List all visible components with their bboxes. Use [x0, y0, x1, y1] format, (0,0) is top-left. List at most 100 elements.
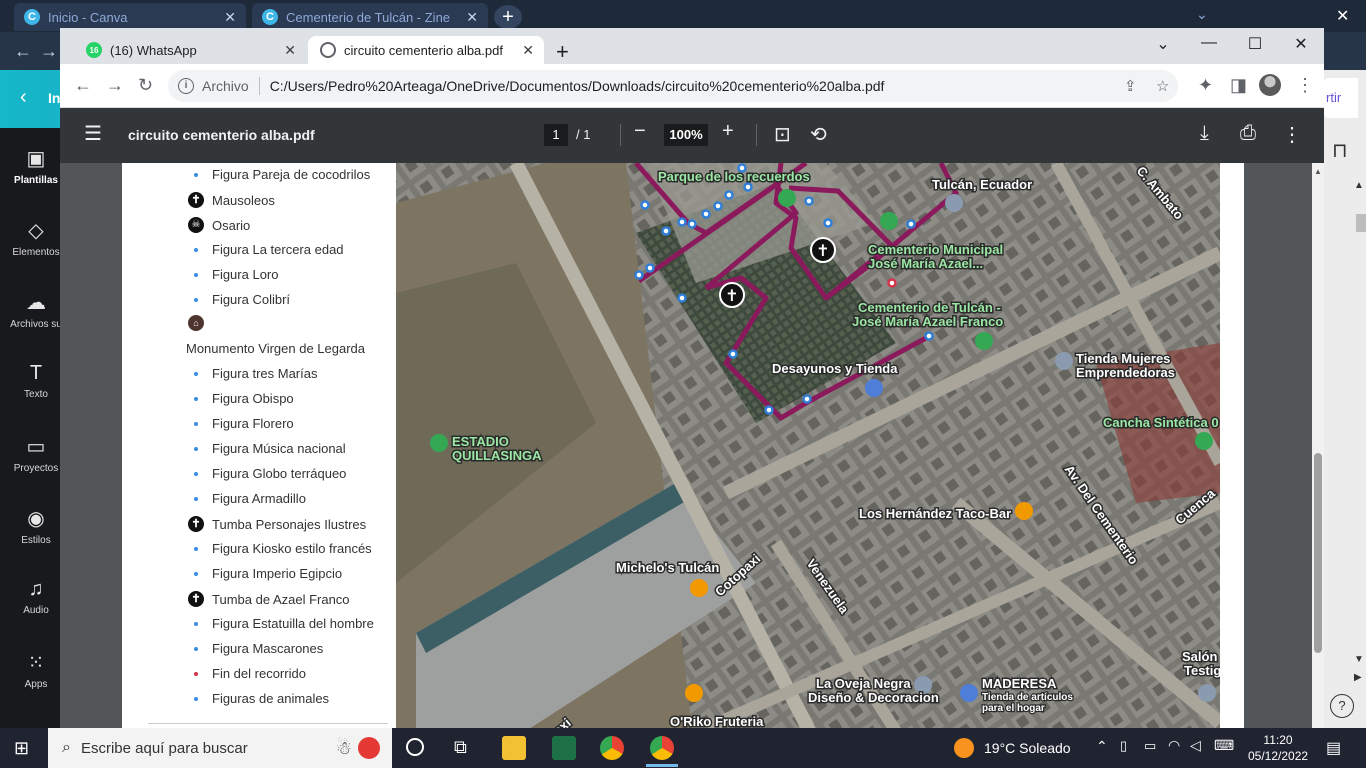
keyboard-icon[interactable]: ⌨	[1214, 737, 1234, 754]
bullet-dot-icon	[194, 696, 198, 701]
canva-right-panel: ⊓ ▲ ▼ ▶ ?	[1324, 70, 1366, 728]
volume-icon[interactable]: ◁	[1190, 737, 1201, 754]
scroll-right-icon[interactable]: ▶	[1354, 672, 1362, 683]
side-panel-icon[interactable]: ◨	[1230, 75, 1247, 96]
menu-icon[interactable]: ☰	[84, 121, 102, 146]
chevron-down-icon[interactable]: ⌄	[1140, 34, 1186, 54]
cortana-icon[interactable]	[406, 738, 424, 756]
battery-icon[interactable]: ▭	[1144, 738, 1156, 754]
back-arrow-icon[interactable]: ←	[74, 75, 92, 96]
chevron-up-icon[interactable]: ⌃	[1096, 738, 1108, 755]
canva-side-label: Texto	[24, 389, 48, 400]
close-icon[interactable]: ✕	[1336, 6, 1349, 26]
legend-label: Figura Estatuilla del hombre	[212, 616, 374, 631]
chevron-left-icon[interactable]: ‹	[20, 86, 27, 109]
canva-favicon-icon: C	[24, 9, 40, 25]
info-icon[interactable]: i	[178, 78, 194, 94]
route-stop	[634, 270, 644, 280]
chrome-icon[interactable]	[600, 736, 624, 760]
shop-pin-icon	[960, 684, 978, 702]
cross-icon: ✝	[188, 516, 204, 532]
globe-icon	[320, 42, 336, 58]
back-arrow-icon[interactable]: ←	[14, 41, 32, 62]
lock-icon[interactable]: ⊓	[1332, 138, 1348, 163]
scroll-up-icon[interactable]: ▲	[1314, 167, 1322, 176]
address-url[interactable]: C:/Users/Pedro%20Arteaga/OneDrive/Docume…	[270, 78, 885, 94]
ornament-icon	[358, 737, 380, 759]
map-label-salon-2: Testig	[1184, 663, 1220, 678]
food-pin-icon	[690, 579, 708, 597]
network-icon[interactable]: ▯	[1120, 738, 1127, 754]
fit-page-icon[interactable]: ⊡	[774, 122, 791, 147]
bullet-dot-icon	[194, 471, 198, 476]
taskbar-search[interactable]: ⌕ Escribe aquí para buscar ☃	[48, 728, 392, 768]
maximize-icon[interactable]: ☐	[1232, 34, 1278, 54]
route-stop	[661, 226, 671, 236]
new-tab-button[interactable]: +	[556, 39, 569, 65]
task-view-icon[interactable]: ⧉	[454, 737, 467, 758]
pdf-scrollbar[interactable]: ▲	[1312, 163, 1324, 728]
zoom-in-icon[interactable]: +	[722, 120, 734, 143]
minimize-icon[interactable]: —	[1186, 34, 1232, 52]
help-icon[interactable]: ?	[1330, 694, 1354, 718]
kebab-menu-icon[interactable]: ⋮	[1296, 75, 1314, 96]
legend-item: Figura Obispo	[188, 391, 294, 406]
legend-label: Figuras de animales	[212, 691, 330, 706]
page-number-input[interactable]: 1	[544, 124, 568, 146]
canva-scrollbar-thumb[interactable]	[1356, 214, 1366, 232]
zoom-input[interactable]: 100%	[664, 124, 708, 146]
share-icon[interactable]: ⇪	[1124, 77, 1137, 95]
legend-item: ✝ Tumba Personajes Ilustres	[188, 516, 366, 532]
close-icon[interactable]: ✕	[224, 9, 236, 26]
notification-icon[interactable]: ▤	[1326, 738, 1341, 758]
close-icon[interactable]: ✕	[284, 42, 296, 59]
scroll-up-icon[interactable]: ▲	[1354, 180, 1364, 191]
legend-item: ☠ Osario	[188, 217, 250, 233]
legend-label: Mausoleos	[212, 192, 275, 208]
close-icon[interactable]: ✕	[466, 9, 478, 26]
chevron-down-icon[interactable]: ⌄	[1196, 6, 1208, 23]
legend-item: ⌂	[188, 315, 212, 331]
bg-tab-canva-home[interactable]: C Inicio - Canva ✕	[14, 3, 246, 31]
poi-pin-icon	[1198, 684, 1216, 702]
close-icon[interactable]: ✕	[1278, 34, 1324, 54]
route-legend: Figura Pareja de cocodrilos ✝ Mausoleos ☠ Os…	[122, 163, 396, 728]
system-clock[interactable]: 11:20 05/12/2022	[1248, 732, 1308, 764]
excel-icon[interactable]	[552, 736, 576, 760]
download-icon[interactable]: ⤓	[1200, 122, 1209, 145]
pdf-scrollbar-thumb[interactable]	[1314, 453, 1322, 653]
map-label-oriko: O'Riko Fruteria	[670, 714, 764, 728]
file-explorer-icon[interactable]	[502, 736, 526, 760]
canva-share-button[interactable]: rtir	[1324, 78, 1358, 118]
chrome-active-icon[interactable]	[650, 736, 674, 760]
bg-tab-canva-zine[interactable]: C Cementerio de Tulcán - Zine ✕	[252, 3, 488, 31]
park-pin-icon	[778, 189, 796, 207]
scroll-down-icon[interactable]: ▼	[1354, 654, 1364, 665]
canva-back-label[interactable]: In	[48, 90, 60, 106]
windows-start-icon[interactable]: ⊞	[14, 738, 29, 759]
zoom-out-icon[interactable]: −	[634, 120, 646, 143]
weather-text[interactable]: 19°C Soleado	[984, 740, 1071, 756]
tab-pdf[interactable]: circuito cementerio alba.pdf ✕	[308, 36, 544, 64]
wifi-icon[interactable]: ◠	[1168, 737, 1180, 754]
address-bar[interactable]: i Archivo C:/Users/Pedro%20Arteaga/OneDr…	[168, 70, 1178, 102]
bullet-dot-icon	[194, 571, 198, 576]
reload-icon[interactable]: ↻	[138, 75, 153, 96]
map-label-michelos: Michelo's Tulcán	[616, 560, 719, 575]
avatar[interactable]	[1259, 74, 1281, 96]
bg-new-tab-button[interactable]: +	[494, 5, 522, 29]
star-icon[interactable]: ☆	[1156, 77, 1169, 95]
windows-taskbar: ⊞ ⌕ Escribe aquí para buscar ☃ ⧉ 19°C So…	[0, 728, 1366, 768]
print-icon[interactable]: ⎙	[1240, 122, 1256, 145]
map-label-tienda-2: Emprendedoras	[1076, 365, 1175, 380]
legend-item: Figura Florero	[188, 416, 294, 431]
close-icon[interactable]: ✕	[522, 42, 534, 59]
rotate-icon[interactable]: ⟲	[810, 122, 827, 147]
forward-arrow-icon[interactable]: →	[106, 75, 124, 96]
forward-arrow-icon[interactable]: →	[40, 41, 58, 62]
tab-whatsapp[interactable]: 16 (16) WhatsApp ✕	[74, 36, 306, 64]
legend-item: Figura Armadillo	[188, 491, 306, 506]
legend-item: ✝ Mausoleos	[188, 192, 275, 208]
extensions-icon[interactable]: ✦	[1198, 75, 1213, 96]
kebab-menu-icon[interactable]: ⋮	[1282, 122, 1302, 147]
